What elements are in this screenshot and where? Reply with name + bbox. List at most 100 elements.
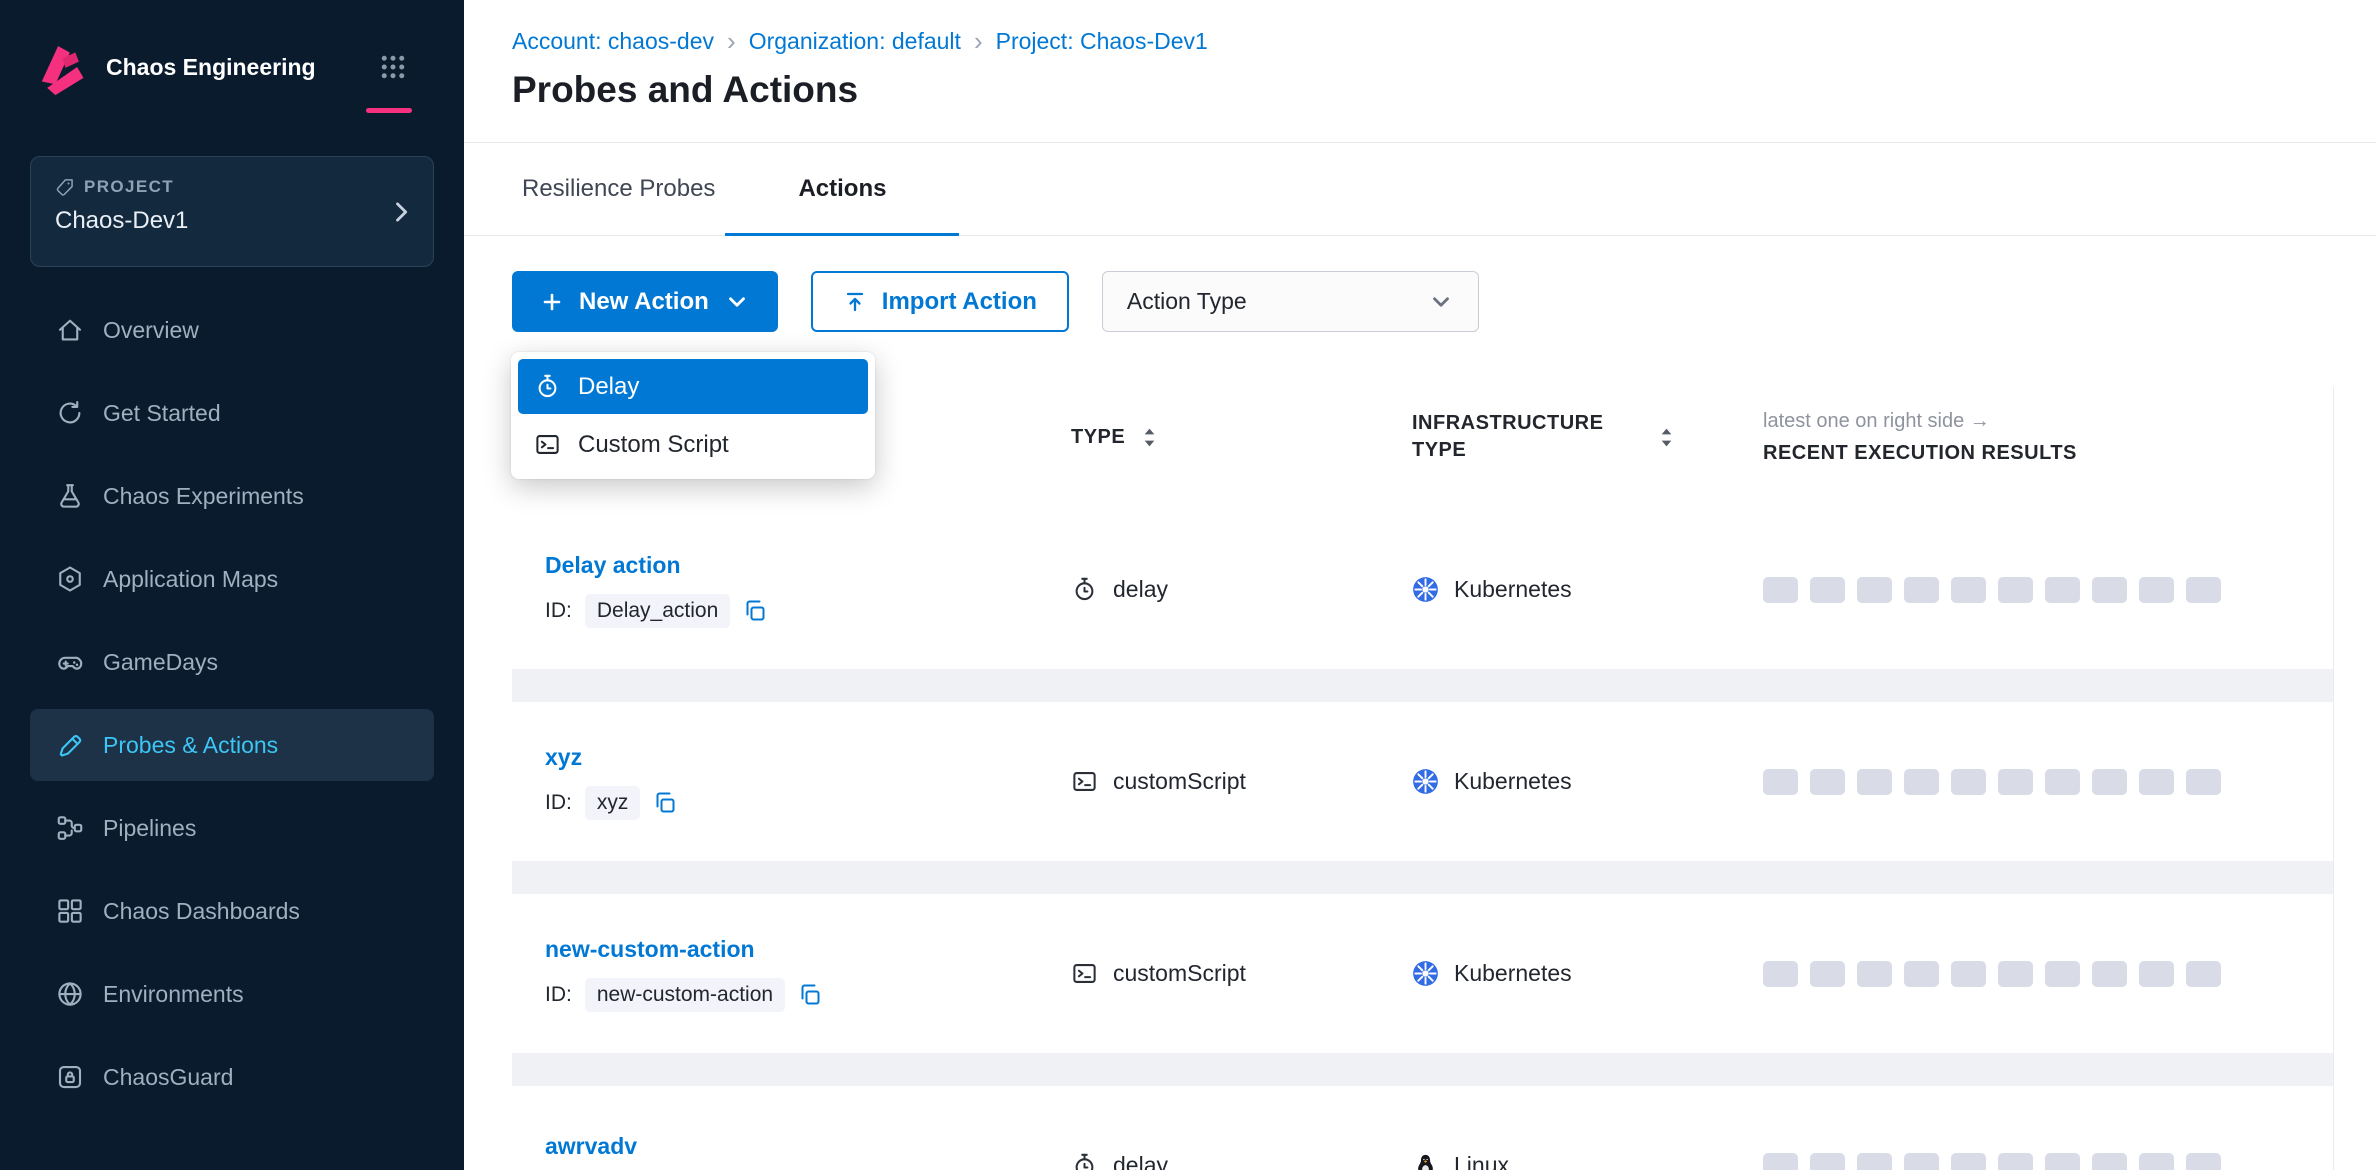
execution-result-placeholder [1904, 577, 1939, 603]
infrastructure-cell: Linux [1412, 1152, 1763, 1170]
menu-item-delay[interactable]: Delay [518, 359, 868, 414]
sidebar-item-chaos-experiments[interactable]: Chaos Experiments [30, 460, 434, 532]
tag-icon [55, 177, 75, 197]
action-type-value: delay [1113, 576, 1168, 603]
sidebar-item-environments[interactable]: Environments [30, 958, 434, 1030]
page-header: Account: chaos-dev›Organization: default… [464, 0, 2376, 143]
sidebar-item-label: Overview [103, 317, 199, 344]
action-name-link[interactable]: new-custom-action [545, 936, 755, 963]
sidebar-item-label: Get Started [103, 400, 221, 427]
table-row-delay-action[interactable]: Delay action ID: Delay_action delay Kube… [512, 510, 2333, 669]
execution-result-placeholder [2045, 577, 2080, 603]
execution-result-placeholder [2139, 769, 2174, 795]
table-row-xyz[interactable]: xyz ID: xyz customScript Kubernetes [512, 702, 2333, 861]
execution-result-placeholder [1951, 577, 1986, 603]
sort-icon[interactable] [1141, 426, 1158, 449]
tabs: Resilience ProbesActions [464, 143, 2376, 236]
kubernetes-icon [1412, 960, 1439, 987]
chevron-right-icon [387, 198, 415, 226]
execution-result-placeholder [2139, 1153, 2174, 1170]
stopwatch-icon [534, 373, 561, 400]
grid-icon[interactable] [378, 52, 408, 82]
infrastructure-cell: Kubernetes [1412, 960, 1763, 987]
execution-result-placeholder [1763, 769, 1798, 795]
sidebar-item-chaos-dashboards[interactable]: Chaos Dashboards [30, 875, 434, 947]
circular-arrow-icon [55, 398, 85, 428]
execution-result-placeholder [2186, 1153, 2221, 1170]
column-header-recent-results: latest one on right side → RECENT EXECUT… [1763, 410, 2333, 465]
execution-result-placeholder [2045, 769, 2080, 795]
sidebar-item-probes-actions[interactable]: Probes & Actions [30, 709, 434, 781]
execution-result-placeholder [1998, 1153, 2033, 1170]
infrastructure-value: Linux [1454, 1152, 1509, 1170]
execution-result-placeholder [1998, 577, 2033, 603]
execution-result-placeholder [1857, 577, 1892, 603]
new-action-button[interactable]: New Action [512, 271, 778, 332]
stopwatch-icon [1071, 1152, 1098, 1170]
sidebar-item-label: Application Maps [103, 566, 278, 593]
action-id-line: ID: Delay_action [545, 594, 1071, 628]
main-content: Account: chaos-dev›Organization: default… [464, 0, 2376, 1170]
sidebar-item-get-started[interactable]: Get Started [30, 377, 434, 449]
infrastructure-header-label: INFRASTRUCTURE TYPE [1412, 410, 1642, 464]
sort-icon[interactable] [1658, 426, 1675, 449]
action-name-link[interactable]: awrvadv [545, 1133, 637, 1160]
sidebar-item-pipelines[interactable]: Pipelines [30, 792, 434, 864]
new-action-menu: Delay Custom Script [511, 352, 875, 479]
execution-result-placeholder [2186, 769, 2221, 795]
module-accent-bar [366, 108, 412, 113]
sidebar-item-application-maps[interactable]: Application Maps [30, 543, 434, 615]
type-cell: delay [1071, 576, 1412, 603]
type-cell: customScript [1071, 768, 1412, 795]
copy-icon[interactable] [743, 599, 767, 623]
type-cell: customScript [1071, 960, 1412, 987]
sidebar: Chaos Engineering PROJECT Chaos-Dev1 Ove… [0, 0, 464, 1170]
breadcrumb-link[interactable]: Organization: default [749, 28, 961, 55]
table-rows: Delay action ID: Delay_action delay Kube… [512, 510, 2333, 1170]
execution-result-placeholder [2186, 577, 2221, 603]
action-type-value: delay [1113, 1152, 1168, 1170]
chevron-down-icon [1428, 289, 1454, 315]
globe-icon [55, 979, 85, 1009]
pipeline-icon [55, 813, 85, 843]
sidebar-item-gamedays[interactable]: GameDays [30, 626, 434, 698]
breadcrumb-link[interactable]: Project: Chaos-Dev1 [996, 28, 1208, 55]
action-id-line: ID: xyz [545, 786, 1071, 820]
execution-result-placeholder [1951, 1153, 1986, 1170]
sidebar-item-chaosguard[interactable]: ChaosGuard [30, 1041, 434, 1113]
column-header-infrastructure: INFRASTRUCTURE TYPE [1412, 410, 1763, 464]
app-title: Chaos Engineering [106, 54, 360, 81]
tab-actions[interactable]: Actions [725, 143, 959, 235]
sidebar-item-label: Chaos Dashboards [103, 898, 300, 925]
plus-icon [540, 290, 564, 314]
import-action-button[interactable]: Import Action [811, 271, 1069, 332]
action-name-link[interactable]: xyz [545, 744, 582, 771]
import-icon [843, 290, 867, 314]
breadcrumb-link[interactable]: Account: chaos-dev [512, 28, 714, 55]
action-type-value: customScript [1113, 768, 1246, 795]
action-type-select[interactable]: Action Type [1102, 271, 1479, 332]
table-row-awrvadv[interactable]: awrvadv ID: delay Linux [512, 1086, 2333, 1170]
action-name-link[interactable]: Delay action [545, 552, 681, 579]
sidebar-item-overview[interactable]: Overview [30, 294, 434, 366]
copy-icon[interactable] [798, 983, 822, 1007]
project-name: Chaos-Dev1 [55, 207, 409, 235]
terminal-icon [1071, 960, 1098, 987]
execution-result-placeholder [1904, 961, 1939, 987]
execution-result-placeholder [1763, 961, 1798, 987]
project-label: PROJECT [84, 177, 174, 197]
gamepad-icon [55, 647, 85, 677]
table-row-new-custom-action[interactable]: new-custom-action ID: new-custom-action … [512, 894, 2333, 1053]
menu-item-custom-script[interactable]: Custom Script [518, 417, 868, 472]
sidebar-item-label: Environments [103, 981, 244, 1008]
app-root: Chaos Engineering PROJECT Chaos-Dev1 Ove… [0, 0, 2376, 1170]
name-cell: new-custom-action ID: new-custom-action [512, 936, 1071, 1012]
sidebar-item-label: Chaos Experiments [103, 483, 304, 510]
tab-resilience-probes[interactable]: Resilience Probes [512, 143, 725, 235]
recent-execution-results [1763, 961, 2333, 987]
breadcrumb: Account: chaos-dev›Organization: default… [512, 26, 2328, 56]
menu-item-label: Custom Script [578, 431, 729, 459]
sidebar-item-label: Probes & Actions [103, 732, 278, 759]
project-selector[interactable]: PROJECT Chaos-Dev1 [30, 156, 434, 267]
copy-icon[interactable] [653, 791, 677, 815]
